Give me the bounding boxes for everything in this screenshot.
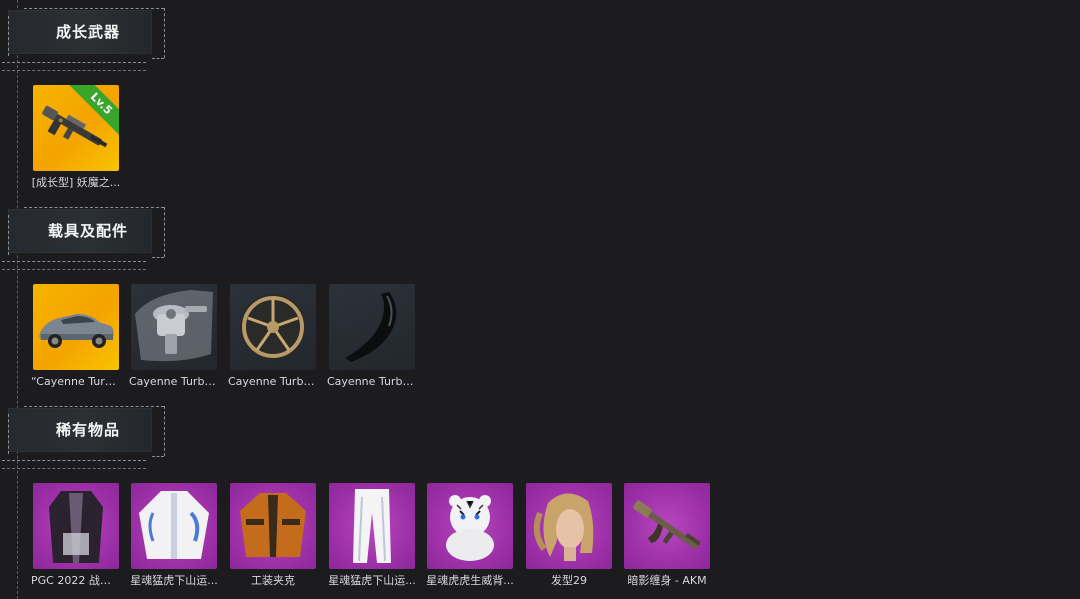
item-label: 星魂猛虎下山运...	[328, 574, 416, 587]
pants-icon	[353, 489, 391, 563]
item-card[interactable]: PGC 2022 战术...	[31, 483, 121, 588]
item-tile[interactable]	[427, 483, 513, 569]
item-label: Cayenne Turbo...	[129, 375, 219, 388]
reward-list-page: 成长武器 Lv.5 [成长型] 妖魔之... 载具及配件 “Cayenne Tu…	[0, 0, 1080, 599]
item-label: 星魂虎虎生威背...	[426, 574, 514, 587]
item-card[interactable]: Cayenne Turbo...	[129, 284, 219, 389]
item-label: 星魂猛虎下山运...	[130, 574, 218, 587]
item-card[interactable]: Lv.5 [成长型] 妖魔之...	[31, 85, 121, 190]
wheel-icon	[240, 294, 306, 360]
paint-gun-icon	[135, 290, 213, 362]
work-jacket-icon	[240, 493, 306, 557]
coat-icon	[49, 491, 103, 563]
item-card[interactable]: Cayenne Turbo...	[327, 284, 417, 389]
item-tile[interactable]	[230, 483, 316, 569]
item-label: PGC 2022 战术...	[31, 574, 121, 587]
section-header-growth-weapons: 成长武器	[0, 0, 170, 72]
car-icon	[39, 314, 114, 348]
item-card[interactable]: 星魂猛虎下山运...	[327, 483, 417, 588]
item-card[interactable]: 星魂虎虎生威背...	[425, 483, 515, 588]
section-title: 载具及配件	[47, 222, 128, 240]
item-tile[interactable]	[131, 483, 217, 569]
item-tile[interactable]	[526, 483, 612, 569]
item-tile[interactable]	[33, 483, 119, 569]
timeline-divider	[17, 0, 18, 599]
jacket-icon	[139, 491, 209, 559]
item-label: Cayenne Turbo...	[228, 375, 318, 388]
item-card[interactable]: 星魂猛虎下山运...	[129, 483, 219, 588]
item-label: 发型29	[551, 574, 587, 587]
item-tile[interactable]	[33, 284, 119, 370]
hairstyle-icon	[533, 493, 594, 561]
tiger-backpack-icon	[446, 495, 494, 561]
akm-rifle-icon	[632, 500, 701, 550]
item-tile[interactable]	[131, 284, 217, 370]
item-label: [成长型] 妖魔之...	[31, 176, 121, 189]
item-tile[interactable]	[329, 284, 415, 370]
item-label: “Cayenne Turb...	[31, 375, 121, 388]
item-card[interactable]: “Cayenne Turb...	[31, 284, 121, 389]
item-label: Cayenne Turbo...	[327, 375, 417, 388]
item-card[interactable]: 工装夹克	[228, 483, 318, 588]
section-title: 稀有物品	[55, 421, 120, 439]
item-tile[interactable]	[329, 483, 415, 569]
item-label: 暗影缠身 - AKM	[627, 574, 707, 587]
section-title: 成长武器	[55, 23, 120, 41]
spoiler-icon	[345, 292, 397, 362]
item-tile[interactable]	[230, 284, 316, 370]
section-header-rare-items: 稀有物品	[0, 398, 170, 470]
item-label: 工装夹克	[251, 574, 295, 587]
item-card[interactable]: 发型29	[524, 483, 614, 588]
item-card[interactable]: 暗影缠身 - AKM	[622, 483, 712, 588]
item-tile[interactable]: Lv.5	[33, 85, 119, 171]
section-header-vehicles: 载具及配件	[0, 199, 170, 271]
item-tile[interactable]	[624, 483, 710, 569]
item-card[interactable]: Cayenne Turbo...	[228, 284, 318, 389]
